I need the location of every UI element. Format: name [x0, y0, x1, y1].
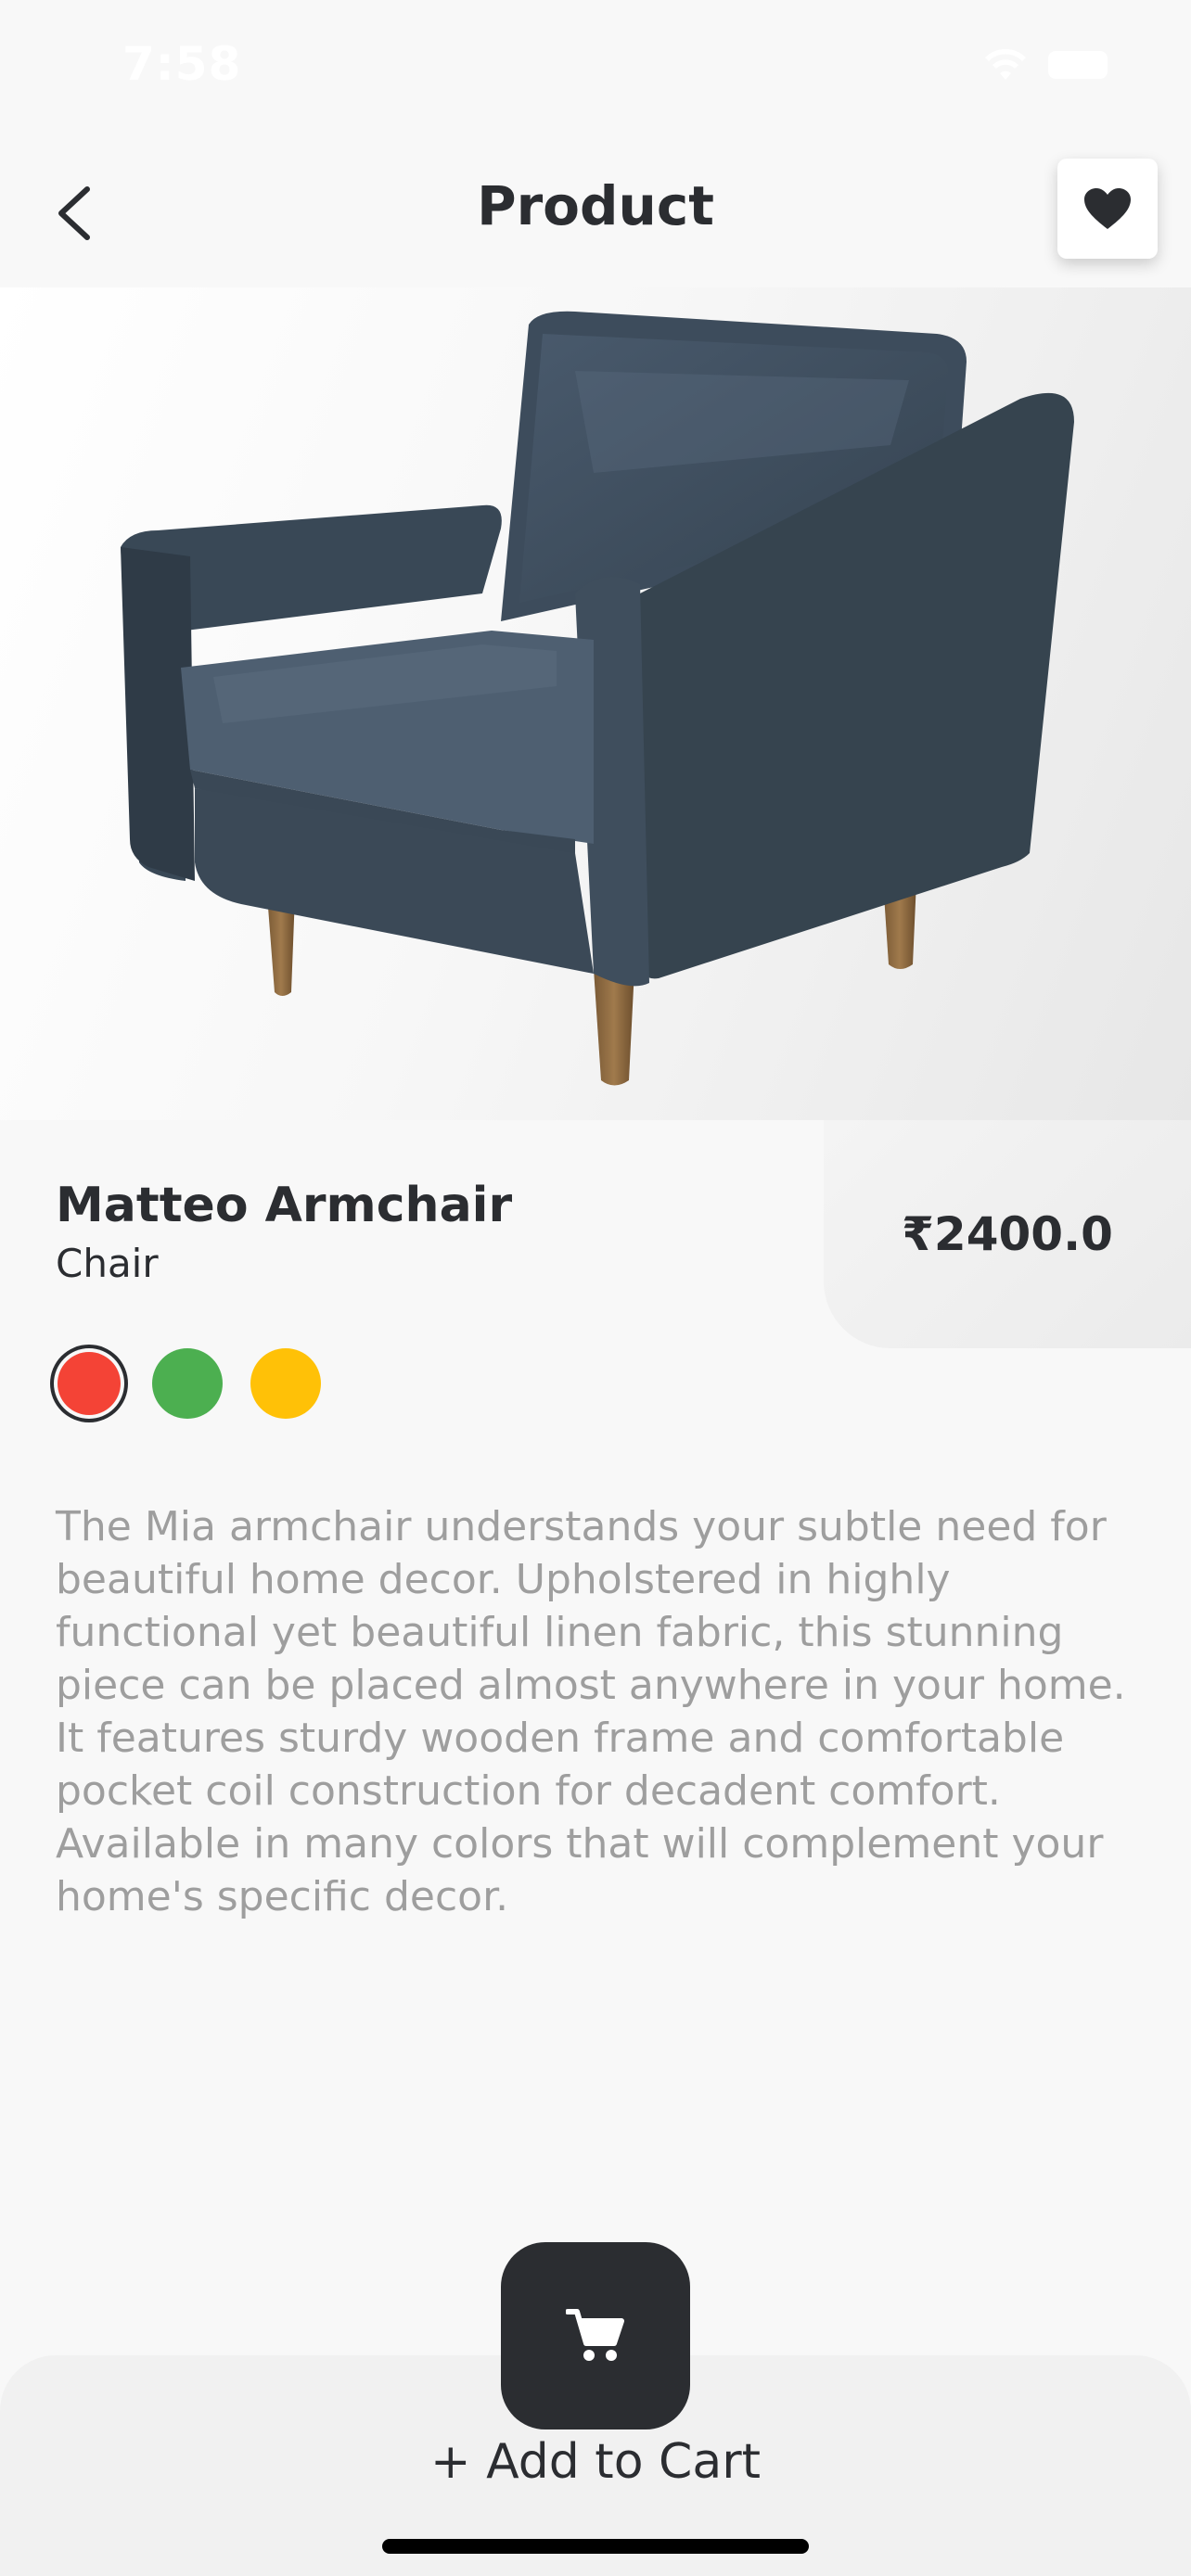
- color-swatch-green[interactable]: [152, 1348, 223, 1419]
- color-swatch-red[interactable]: [58, 1352, 121, 1415]
- status-time: 7:58: [122, 37, 242, 91]
- armchair-photo: [121, 311, 1074, 1086]
- wifi-icon: [985, 48, 1026, 80]
- battery-icon: [1048, 51, 1108, 79]
- page-title: Product: [477, 174, 714, 237]
- color-swatches: [54, 1348, 321, 1419]
- cart-icon: [566, 2309, 624, 2361]
- product-screen: 7:58 Product Matteo Armchair Chair ₹2400…: [0, 0, 1191, 2576]
- status-icons: [983, 48, 1108, 82]
- product-name: Matteo Armchair: [56, 1178, 513, 1233]
- product-category: Chair: [56, 1241, 159, 1286]
- status-bar: 7:58: [0, 0, 1191, 139]
- price-box: ₹2400.0: [824, 1120, 1191, 1348]
- cart-button[interactable]: [501, 2242, 690, 2429]
- product-description: The Mia armchair understands your subtle…: [56, 1503, 1126, 1920]
- add-to-cart-label[interactable]: + Add to Cart: [0, 2434, 1191, 2490]
- header: Product: [0, 139, 1191, 287]
- home-indicator: [382, 2539, 809, 2554]
- heart-icon: [1084, 188, 1131, 229]
- price-text: ₹2400.0: [902, 1207, 1113, 1261]
- favorite-button[interactable]: [1057, 159, 1158, 259]
- product-image: [0, 287, 1191, 1120]
- color-swatch-yellow[interactable]: [250, 1348, 321, 1419]
